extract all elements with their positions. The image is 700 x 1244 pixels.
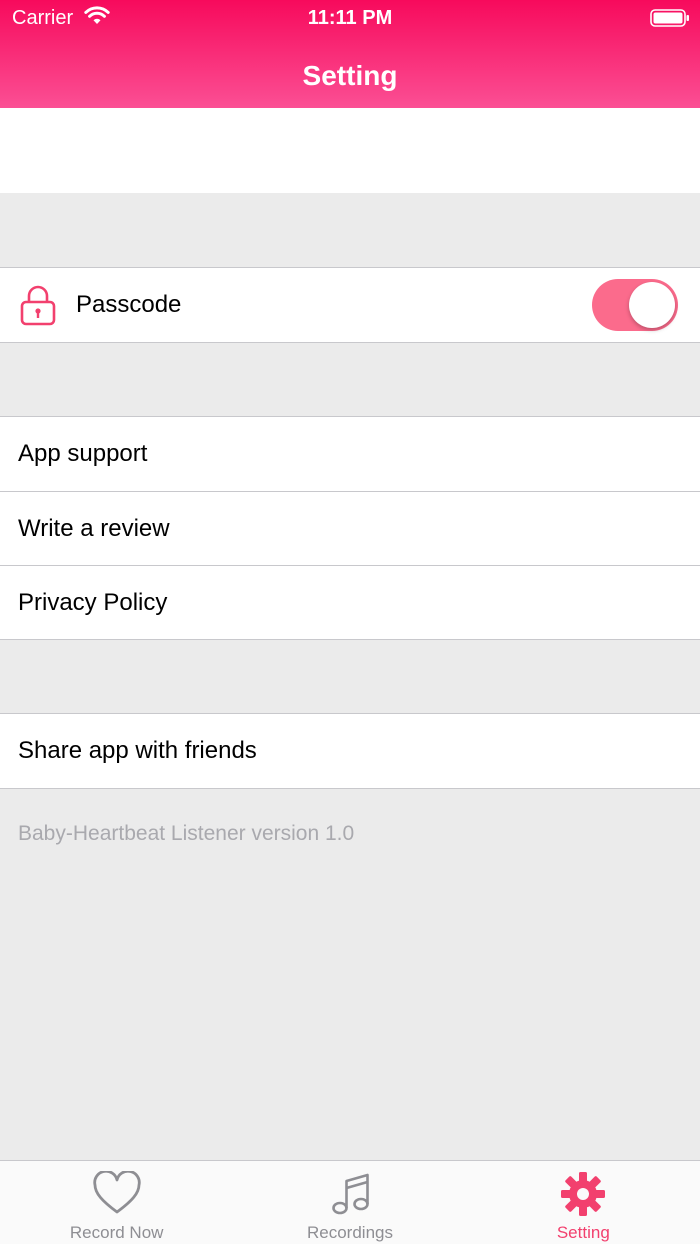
share-app-row[interactable]: Share app with friends bbox=[0, 714, 700, 788]
header-spacer bbox=[0, 108, 700, 193]
heart-icon bbox=[92, 1171, 141, 1214]
status-bar: Carrier 11:11 PM bbox=[0, 0, 700, 36]
share-app-label: Share app with friends bbox=[18, 737, 257, 764]
tab-setting-label: Setting bbox=[556, 1223, 610, 1242]
passcode-label: Passcode bbox=[76, 291, 182, 318]
tab-recordings-label: Recordings bbox=[306, 1223, 393, 1242]
write-review-row[interactable]: Write a review bbox=[0, 491, 700, 565]
tab-record-now-label: Record Now bbox=[69, 1223, 164, 1242]
share-section: Share app with friends bbox=[0, 713, 700, 789]
tab-record-now[interactable]: Record Now bbox=[0, 1161, 233, 1244]
tab-bar: Record Now Recordings Setting bbox=[0, 1160, 700, 1244]
privacy-policy-label: Privacy Policy bbox=[18, 588, 168, 616]
support-section: App support Write a review Privacy Polic… bbox=[0, 416, 700, 640]
passcode-row: Passcode bbox=[0, 268, 700, 342]
version-text: Baby-Heartbeat Listener version 1.0 bbox=[18, 822, 355, 845]
app-support-row[interactable]: App support bbox=[0, 417, 700, 491]
app-support-label: App support bbox=[18, 440, 148, 467]
passcode-toggle[interactable] bbox=[592, 279, 678, 331]
lock-icon bbox=[20, 285, 56, 326]
settings-screen: Carrier 11:11 PM Setting Passcode App su… bbox=[0, 0, 700, 1244]
music-note-icon bbox=[332, 1173, 369, 1215]
write-review-label: Write a review bbox=[18, 514, 170, 542]
battery-icon bbox=[650, 9, 689, 27]
privacy-policy-row[interactable]: Privacy Policy bbox=[0, 565, 700, 639]
status-time: 11:11 PM bbox=[307, 7, 393, 29]
toggle-knob bbox=[629, 282, 675, 328]
navigation-header: Carrier 11:11 PM Setting bbox=[0, 0, 700, 108]
page-title: Setting bbox=[302, 60, 398, 91]
tab-setting[interactable]: Setting bbox=[467, 1161, 700, 1244]
gear-icon bbox=[561, 1172, 606, 1216]
passcode-section: Passcode bbox=[0, 267, 700, 343]
tab-recordings[interactable]: Recordings bbox=[233, 1161, 466, 1244]
